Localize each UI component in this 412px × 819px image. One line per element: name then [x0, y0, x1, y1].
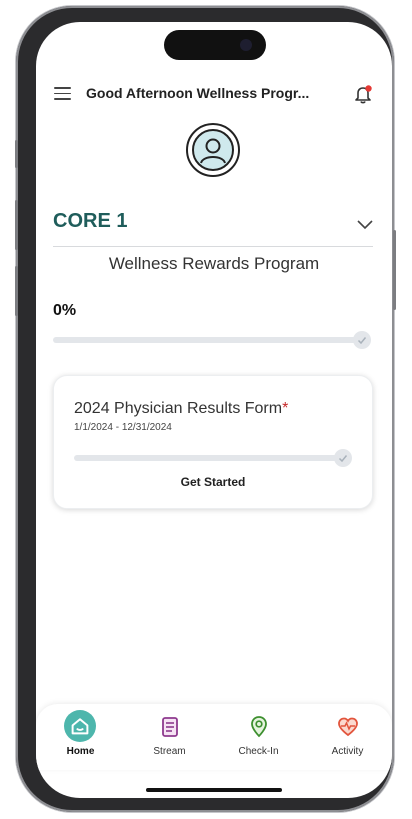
tab-home-label: Home: [66, 746, 95, 757]
physician-form-card[interactable]: 2024 Physician Results Form* 1/1/2024 - …: [53, 375, 373, 509]
tab-home[interactable]: Home: [36, 704, 125, 770]
card-date-range: 1/1/2024 - 12/31/2024: [74, 422, 172, 433]
tab-activity-label: Activity: [331, 746, 364, 757]
home-indicator[interactable]: [146, 788, 282, 792]
bell-icon[interactable]: [353, 84, 373, 104]
location-pin-icon: [251, 716, 267, 738]
core-progress-bar: [53, 337, 359, 343]
notification-dot: [365, 85, 372, 92]
card-title: 2024 Physician Results Form*: [74, 400, 289, 417]
core-section-header[interactable]: CORE 1: [53, 206, 373, 247]
core-title: CORE 1: [53, 210, 128, 232]
required-marker: *: [282, 400, 289, 417]
menu-icon[interactable]: [54, 87, 71, 100]
bottom-tab-bar: Home Stream Check-In Activity: [36, 704, 392, 770]
program-name: Wellness Rewards Program: [108, 254, 320, 273]
tab-stream-label: Stream: [153, 746, 186, 757]
app-screen: Good Afternoon Wellness Progr... CORE 1 …: [36, 22, 392, 798]
phone-power-button: [393, 230, 396, 310]
progress-percentage: 0%: [53, 302, 77, 319]
avatar-icon[interactable]: [185, 122, 241, 178]
core-progress-check-icon: [353, 331, 371, 349]
phone-volume-down: [15, 266, 18, 316]
camera-icon: [240, 39, 252, 51]
tab-activity[interactable]: Activity: [303, 704, 392, 770]
top-bar: Good Afternoon Wellness Progr...: [36, 74, 392, 114]
get-started-button[interactable]: Get Started: [54, 475, 372, 489]
heart-pulse-icon: [338, 717, 358, 737]
phone-volume-up: [15, 200, 18, 250]
tab-stream[interactable]: Stream: [125, 704, 214, 770]
card-progress-check-icon: [334, 449, 352, 467]
tab-check-in-label: Check-In: [238, 746, 279, 757]
page-title: Good Afternoon Wellness Progr...: [86, 85, 310, 101]
tab-check-in[interactable]: Check-In: [214, 704, 303, 770]
home-icon: [64, 710, 96, 742]
chevron-down-icon[interactable]: [357, 218, 373, 230]
dynamic-island: [164, 30, 266, 60]
stream-icon: [162, 717, 178, 737]
card-progress-bar: [74, 455, 344, 461]
phone-side-button: [15, 140, 18, 168]
